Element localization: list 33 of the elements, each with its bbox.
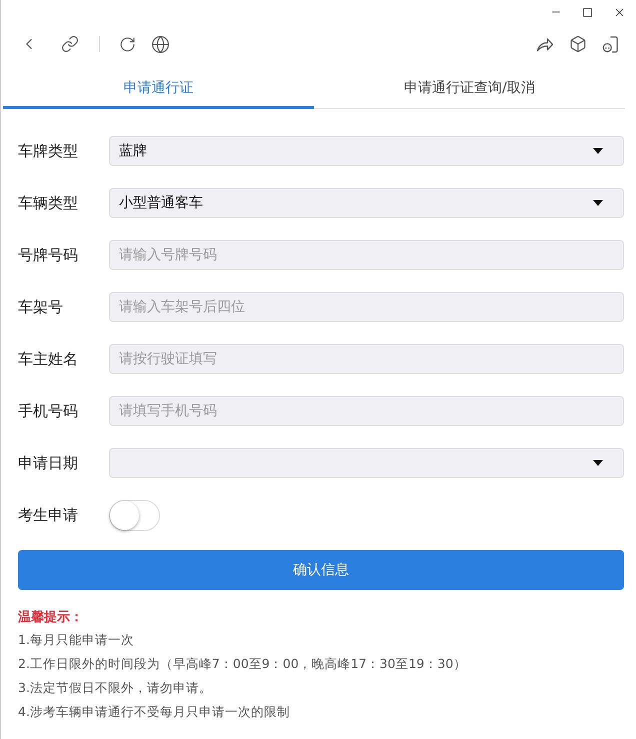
input-field[interactable]: 请输入车架号后四位 — [109, 292, 624, 322]
select-field[interactable]: 小型普通客车 — [109, 188, 624, 218]
field-label: 车架号 — [18, 296, 64, 318]
confirm-button[interactable]: 确认信息 — [18, 550, 624, 590]
input-field[interactable]: 请输入号牌号码 — [109, 240, 624, 270]
tip-text: 2.工作日限外的时间段为（早高峰7：00至9：00，晚高峰17：30至19：30） — [18, 655, 466, 673]
field-label: 手机号码 — [18, 400, 79, 422]
field-label: 车辆类型 — [18, 192, 79, 214]
select-field[interactable]: 蓝牌 — [109, 136, 624, 166]
field-label: 号牌号码 — [18, 244, 79, 266]
select-field[interactable] — [109, 448, 624, 478]
field-label: 车主姓名 — [18, 348, 79, 370]
tips-title: 温馨提示： — [18, 609, 83, 627]
field-label: 申请日期 — [18, 452, 79, 474]
toggle-switch[interactable] — [109, 500, 160, 531]
input-field[interactable]: 请填写手机号码 — [109, 396, 624, 426]
link-icon[interactable] — [61, 35, 79, 53]
tip-text: 3.法定节假日不限外，请勿申请。 — [18, 679, 212, 697]
input-field[interactable]: 请按行驶证填写 — [109, 344, 624, 374]
globe-icon[interactable] — [151, 34, 170, 54]
tab[interactable]: 申请通行证 — [3, 64, 314, 109]
tab[interactable]: 申请通行证查询/取消 — [314, 64, 625, 109]
refresh-icon[interactable] — [119, 36, 136, 52]
tip-text: 4.涉考车辆申请通行不受每月只申请一次的限制 — [18, 703, 290, 721]
cube-icon[interactable] — [569, 35, 587, 53]
field-label: 车牌类型 — [18, 140, 79, 162]
caret-down-icon — [593, 200, 603, 206]
frame-circle-icon[interactable] — [601, 34, 620, 54]
tip-text: 1.每月只能申请一次 — [18, 631, 134, 649]
caret-down-icon — [593, 148, 603, 154]
caret-down-icon — [593, 460, 603, 466]
field-label: 考生申请 — [18, 505, 79, 526]
maximize-icon[interactable] — [582, 6, 593, 18]
